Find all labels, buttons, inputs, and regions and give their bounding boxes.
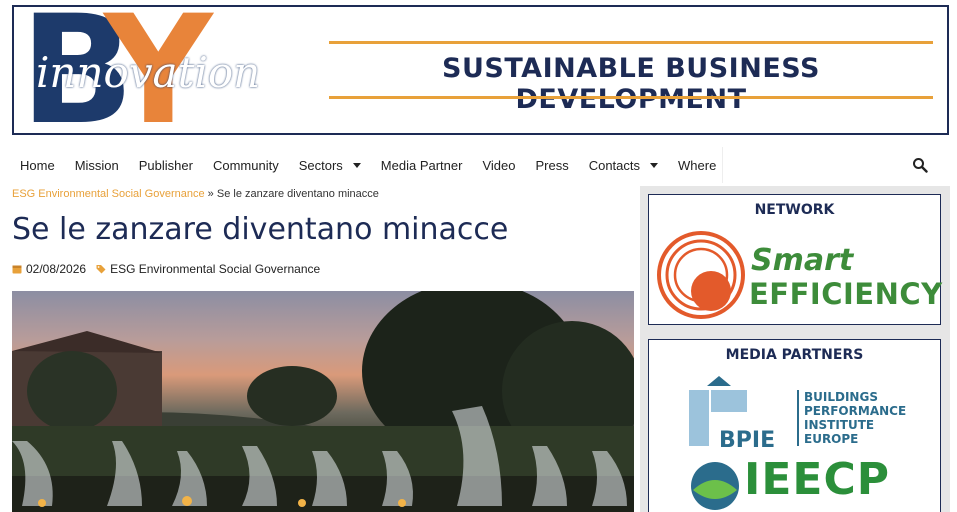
nav-item-community[interactable]: Community <box>213 158 279 173</box>
featured-image <box>12 291 634 512</box>
smart-efficiency-emblem-icon <box>657 231 745 319</box>
logo-innovation-text: innovation <box>36 48 261 97</box>
post-meta: 02/08/2026 ESG Environmental Social Gove… <box>12 262 320 276</box>
tags-icon <box>96 265 106 274</box>
nav-item-sectors[interactable]: Sectors <box>299 158 361 173</box>
bpie-full-name: BUILDINGS PERFORMANCE INSTITUTE EUROPE <box>797 390 906 446</box>
tagline-rule-bottom <box>329 96 933 99</box>
nav-item-mission[interactable]: Mission <box>75 158 119 173</box>
nav-label: Contacts <box>588 157 641 173</box>
nav-label: Video <box>482 157 516 173</box>
tagline: SUSTAINABLE BUSINESS DEVELOPMENT <box>442 53 820 115</box>
breadcrumb-link-category[interactable]: ESG Environmental Social Governance <box>12 188 205 200</box>
nav-divider <box>722 147 723 183</box>
bpie-logo[interactable]: BPIE BUILDINGS PERFORMANCE INSTITUTE EUR… <box>649 370 942 453</box>
nav-item-publisher[interactable]: Publisher <box>139 158 193 173</box>
nav-label: Mission <box>74 157 119 173</box>
ieecp-word: IEECP <box>744 454 891 505</box>
post-date: 02/08/2026 <box>26 262 87 276</box>
nav-item-contacts[interactable]: Contacts <box>588 157 659 173</box>
nav-label: Home <box>20 157 55 173</box>
nav-label: Publisher <box>138 157 193 173</box>
nav-item-media-partner[interactable]: Media Partner <box>381 158 463 173</box>
nav-label: Press <box>535 157 569 173</box>
bpie-line: INSTITUTE <box>804 418 875 432</box>
nav-label: Sectors <box>298 157 343 173</box>
media-partners-widget: MEDIA PARTNERS BPIE BUILDINGS PERFORMANC… <box>648 339 941 512</box>
smart-efficiency-word-2: EFFICIENCY <box>749 277 943 311</box>
header-banner: B Y innovation SUSTAINABLE BUSINESS DEVE… <box>12 5 949 135</box>
nav-label: Community <box>212 157 279 173</box>
nav-item-press[interactable]: Press <box>535 158 568 173</box>
breadcrumb-current: Se le zanzare diventano minacce <box>216 188 379 200</box>
search-icon[interactable] <box>912 157 928 173</box>
breadcrumb-separator: » <box>207 188 214 200</box>
post-category-link[interactable]: ESG Environmental Social Governance <box>110 262 320 276</box>
nav-item-where[interactable]: Where <box>678 158 716 173</box>
breadcrumb: ESG Environmental Social Governance » Se… <box>12 188 379 200</box>
nav-label: Where <box>678 157 717 173</box>
chevron-down-icon <box>650 162 659 168</box>
nav-label: Media Partner <box>380 157 463 173</box>
bpie-line: EUROPE <box>804 432 859 446</box>
site-logo[interactable]: B Y innovation <box>20 7 270 133</box>
nav-item-home[interactable]: Home <box>20 158 55 173</box>
main-nav: Home Mission Publisher Community Sectors… <box>0 143 957 187</box>
tagline-rule-top <box>329 41 933 44</box>
sidebar: NETWORK Smart EFFICIENCY MEDIA PARTNERS … <box>640 186 950 512</box>
bpie-line: PERFORMANCE <box>804 404 907 418</box>
ieecp-logo[interactable]: IEECP <box>649 450 942 512</box>
chevron-down-icon <box>352 162 361 168</box>
network-widget: NETWORK Smart EFFICIENCY <box>648 194 942 326</box>
tagline-block: SUSTAINABLE BUSINESS DEVELOPMENT <box>329 41 933 115</box>
widget-title-media-partners: MEDIA PARTNERS <box>725 347 864 363</box>
smart-efficiency-logo[interactable]: Smart EFFICIENCY <box>649 195 942 326</box>
garden-scene-image <box>12 291 634 512</box>
bpie-line: BUILDINGS <box>804 390 878 404</box>
calendar-icon <box>12 265 22 274</box>
page-title: Se le zanzare diventano minacce <box>12 212 509 247</box>
ieecp-globe-icon <box>691 462 739 510</box>
smart-efficiency-word-1: Smart <box>751 243 854 278</box>
nav-item-video[interactable]: Video <box>482 158 515 173</box>
